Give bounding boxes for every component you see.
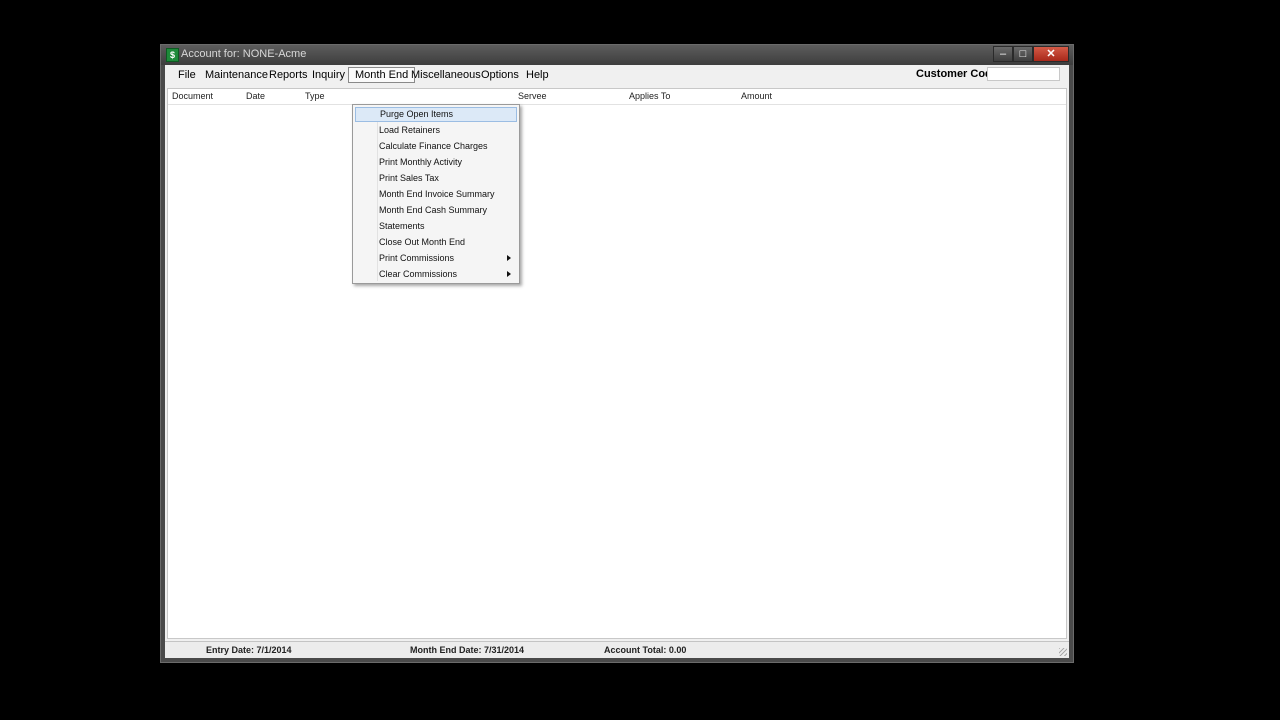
- col-amount[interactable]: Amount: [741, 91, 772, 101]
- ledger-icon: $: [166, 48, 179, 62]
- menu-item-print-sales-tax[interactable]: Print Sales Tax: [355, 171, 517, 186]
- menu-bar: File Maintenance Reports Inquiry Month E…: [165, 65, 1069, 85]
- menu-item-month-end-invoice-summary[interactable]: Month End Invoice Summary: [355, 187, 517, 202]
- menu-item-print-commissions[interactable]: Print Commissions: [355, 251, 517, 266]
- status-bar: Entry Date: 7/1/2014 Month End Date: 7/3…: [165, 641, 1069, 658]
- col-type[interactable]: Type: [305, 91, 325, 101]
- title-bar[interactable]: $ Account for: NONE-Acme ‒ □ ✕: [161, 45, 1073, 65]
- print-commissions-label: Print Commissions: [379, 253, 455, 263]
- grid-header: Document Date Type Servee Applies To Amo…: [168, 89, 1066, 105]
- menu-item-print-monthly-activity[interactable]: Print Monthly Activity: [355, 155, 517, 170]
- month-end-date: Month End Date: 7/31/2014: [410, 645, 525, 655]
- col-applies-to[interactable]: Applies To: [629, 91, 670, 101]
- menu-item-clear-commissions[interactable]: Clear Commissions: [355, 267, 517, 282]
- menu-help[interactable]: Help: [520, 67, 555, 83]
- menu-item-statements[interactable]: Statements: [355, 219, 517, 234]
- col-date[interactable]: Date: [246, 91, 265, 101]
- menu-options[interactable]: Options: [475, 67, 525, 83]
- account-total: Account Total: 0.00: [604, 645, 687, 655]
- menu-item-month-end-cash-summary[interactable]: Month End Cash Summary: [355, 203, 517, 218]
- menu-item-calculate-finance-charges[interactable]: Calculate Finance Charges: [355, 139, 517, 154]
- window-title: Account for: NONE-Acme: [181, 48, 307, 60]
- customer-code-input[interactable]: [987, 67, 1060, 81]
- maximize-button[interactable]: □: [1013, 46, 1033, 62]
- resize-grip[interactable]: [1059, 648, 1067, 656]
- submenu-arrow-icon: [507, 271, 511, 277]
- col-document[interactable]: Document: [172, 91, 213, 101]
- account-window: $ Account for: NONE-Acme ‒ □ ✕ File Main…: [160, 44, 1074, 663]
- month-end-dropdown: Purge Open Items Load Retainers Calculat…: [352, 104, 520, 284]
- menu-inquiry[interactable]: Inquiry: [306, 67, 351, 83]
- close-button[interactable]: ✕: [1033, 46, 1069, 62]
- menu-item-purge-open-items[interactable]: Purge Open Items: [355, 107, 517, 122]
- menu-file[interactable]: File: [172, 67, 202, 83]
- submenu-arrow-icon: [507, 255, 511, 261]
- client-area: File Maintenance Reports Inquiry Month E…: [165, 65, 1069, 658]
- col-servee[interactable]: Servee: [518, 91, 547, 101]
- clear-commissions-label: Clear Commissions: [379, 269, 458, 279]
- menu-item-load-retainers[interactable]: Load Retainers: [355, 123, 517, 138]
- entry-date: Entry Date: 7/1/2014: [206, 645, 292, 655]
- minimize-button[interactable]: ‒: [993, 46, 1013, 62]
- menu-item-close-out-month-end[interactable]: Close Out Month End: [355, 235, 517, 250]
- transactions-grid[interactable]: Document Date Type Servee Applies To Amo…: [167, 88, 1067, 639]
